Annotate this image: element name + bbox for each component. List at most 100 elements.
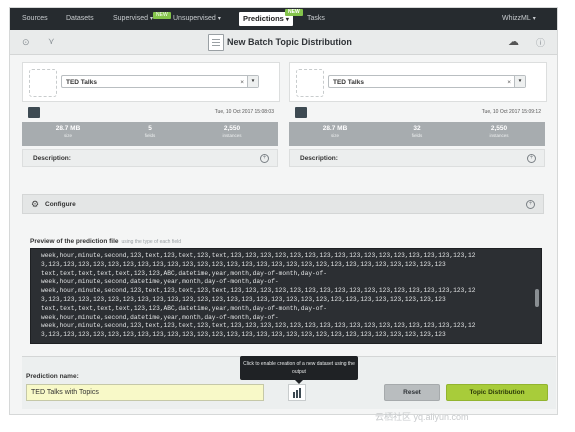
nav-unsupervised-label: Unsupervised (173, 15, 216, 22)
nav-tasks[interactable]: Tasks (307, 15, 325, 22)
topic-model-select[interactable]: TED Talks × ▾ (61, 75, 259, 88)
stat-label: fields (144, 133, 156, 138)
configure-label: Configure (45, 201, 76, 208)
output-dataset-toggle[interactable] (288, 384, 306, 401)
bottom-bar: Prediction name: TED Talks with Topics C… (22, 356, 556, 409)
stat-value: 28.7 MB (322, 125, 348, 132)
code-line: 3,123,123,123,123,123,123,123,123,123,12… (41, 331, 446, 339)
bar-chart-icon (293, 392, 295, 398)
clear-icon[interactable]: × (507, 76, 511, 89)
user-name: WhizzML (502, 15, 531, 22)
stat-label: size (63, 133, 72, 138)
dataset-icon (295, 107, 307, 118)
stat-fields: 5 fields (110, 125, 190, 138)
cloud-icon[interactable]: ☁ (508, 35, 519, 48)
resource-meta: Tue, 10 Oct 2017 15:08:03 (22, 106, 278, 120)
expand-icon[interactable]: + (526, 200, 535, 209)
preview-title: Preview of the prediction file using the … (30, 238, 181, 245)
code-line: text,text,text,text,text,123,123,ABC,dat… (41, 269, 327, 277)
dataset-select[interactable]: TED Talks × ▾ (328, 75, 526, 88)
topic-distribution-button[interactable]: Topic Distribution (446, 384, 548, 401)
app-window: Sources Datasets Supervised ▾ NEW Unsuperv… (9, 7, 558, 415)
code-line: week,hour,minute,second,123,text,123,tex… (41, 322, 476, 330)
stat-size: 28.7 MB size (295, 125, 375, 138)
description-toggle[interactable]: Description: + (22, 149, 278, 167)
topic-model-placeholder-icon (29, 69, 57, 97)
clear-icon[interactable]: × (240, 76, 244, 89)
nav-supervised-label: Supervised (113, 15, 149, 22)
stat-label: fields (411, 133, 423, 138)
output-dataset-tooltip: Click to enable creation of a new datase… (240, 356, 358, 384)
model-tree-icon: ⋎ (48, 36, 55, 46)
description-label: Description: (33, 155, 71, 162)
code-line: week,hour,minute,second,datetime,year,mo… (41, 313, 279, 321)
code-line: text,text,text,text,text,123,123,ABC,dat… (41, 304, 327, 312)
topic-model-panel: TED Talks × ▾ Tue, 10 Oct 2017 15:08:03 … (22, 62, 280, 172)
nav-predictions-label: Predictions (243, 14, 284, 23)
nav-sources[interactable]: Sources (22, 15, 48, 22)
stat-instances: 2,550 instances (192, 125, 272, 138)
watermark: 云栖社区 yq.aliyun.com (375, 412, 469, 422)
back-icon[interactable]: ⊙ (22, 37, 30, 48)
created-date: Tue, 10 Oct 2017 15:09:12 (481, 109, 541, 115)
bar-chart-icon (296, 390, 298, 398)
nav-datasets[interactable]: Datasets (66, 15, 94, 22)
topic-model-icon (28, 107, 40, 118)
preview-label: Preview of the prediction file (30, 238, 119, 245)
expand-icon[interactable]: + (260, 154, 269, 163)
code-line: week,hour,minute,second,123,text,123,tex… (41, 287, 476, 295)
topic-model-select-value: TED Talks (66, 79, 97, 86)
dataset-panel: TED Talks × ▾ Tue, 10 Oct 2017 15:09:12 … (289, 62, 547, 172)
code-line: week,hour,minute,second,datetime,year,mo… (41, 278, 279, 286)
stat-value: 32 (413, 125, 421, 132)
topic-model-selector-box: TED Talks × ▾ (22, 62, 280, 102)
preview-hint: using the type of each field (121, 239, 182, 245)
stat-label: size (330, 133, 339, 138)
preview-scrollbar[interactable] (535, 289, 539, 307)
code-line: week,hour,minute,second,123,text,123,tex… (41, 252, 476, 259)
dropdown-icon[interactable]: ▾ (247, 76, 258, 87)
bar-chart-icon (299, 388, 301, 398)
dropdown-icon[interactable]: ▾ (514, 76, 525, 87)
description-label: Description: (300, 155, 338, 162)
preview-code: week,hour,minute,second,123,text,123,tex… (30, 248, 542, 344)
gears-icon: ⚙ (31, 199, 40, 209)
nav-predictions[interactable]: Predictions ▾ NEW (239, 9, 303, 26)
top-nav: Sources Datasets Supervised ▾ NEW Unsuperv… (10, 8, 557, 30)
stat-value: 2,550 (223, 125, 241, 132)
dataset-placeholder-icon (296, 69, 324, 97)
description-toggle[interactable]: Description: + (289, 149, 545, 167)
stat-instances: 2,550 instances (459, 125, 539, 138)
code-line: 3,123,123,123,123,123,123,123,123,123,12… (41, 295, 446, 303)
nav-unsupervised[interactable]: Unsupervised ▾ (173, 15, 221, 22)
stats-bar: 28.7 MB size 5 fields 2,550 instances (22, 122, 278, 146)
user-menu[interactable]: WhizzML ▾ (502, 15, 536, 22)
stat-fields: 32 fields (377, 125, 457, 138)
stat-value: 28.7 MB (55, 125, 81, 132)
expand-icon[interactable]: + (527, 154, 536, 163)
configure-section[interactable]: ⚙ Configure + (22, 194, 544, 214)
page-title: New Batch Topic Distribution (227, 37, 352, 47)
stat-label: instances (489, 133, 509, 138)
new-badge: NEW (285, 9, 303, 16)
dataset-selector-box: TED Talks × ▾ (289, 62, 547, 102)
created-date: Tue, 10 Oct 2017 15:08:03 (214, 109, 274, 115)
stat-value: 5 (148, 125, 152, 132)
caret-down-icon: ▾ (285, 17, 289, 23)
caret-down-icon: ▾ (532, 16, 536, 22)
code-line: 3,123,123,123,123,123,123,123,123,123,12… (41, 260, 446, 268)
stat-value: 2,550 (490, 125, 508, 132)
page-header: ⊙ ⋎ New Batch Topic Distribution ☁ ⓘ (10, 30, 557, 55)
reset-button[interactable]: Reset (384, 384, 440, 401)
prediction-name-input[interactable]: TED Talks with Topics (26, 384, 264, 401)
prediction-name-label: Prediction name: (26, 373, 79, 380)
dataset-select-value: TED Talks (333, 79, 364, 86)
stat-size: 28.7 MB size (28, 125, 108, 138)
document-icon (208, 34, 224, 51)
info-icon[interactable]: ⓘ (536, 36, 545, 49)
caret-down-icon: ▾ (217, 16, 221, 22)
new-badge: NEW (153, 12, 171, 19)
nav-supervised[interactable]: Supervised ▾ NEW (113, 12, 171, 22)
resource-meta: Tue, 10 Oct 2017 15:09:12 (289, 106, 545, 120)
stat-label: instances (222, 133, 242, 138)
